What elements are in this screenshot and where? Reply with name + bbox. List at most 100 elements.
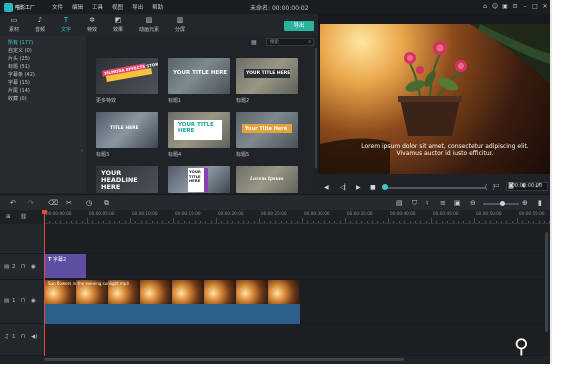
category-lower-thirds[interactable]: 字幕条 (42) [0,71,86,79]
menu-edit[interactable]: 编辑 [72,3,83,11]
zoom-in-icon[interactable]: ⊕ [522,199,528,207]
undo-icon[interactable]: ↶ [10,199,16,207]
category-titles[interactable]: 标题 (51) [0,63,86,71]
microphone-icon[interactable]: ♮ [426,199,429,207]
eye-icon[interactable]: ◉ [31,298,36,304]
search-icon[interactable]: ⌕ [308,39,311,46]
tab-effects[interactable]: ✲ 特效 [80,14,104,36]
fullscreen-icon[interactable]: ⤢ [536,182,541,190]
text-clip[interactable]: T 字幕2 [44,254,86,278]
ruler-tick-mark [216,218,217,223]
shield-icon[interactable]: ⛉ [412,199,417,208]
menu-tools[interactable]: 工具 [92,3,103,11]
thumbnail-title-5[interactable]: Your Title Here [236,112,298,148]
mark-in-icon[interactable]: { [484,184,488,191]
add-track-icon[interactable]: ⊞ [6,214,11,220]
ruler-tick-mark [221,221,223,223]
preview-progress-track[interactable] [386,187,486,189]
link-icon[interactable]: ⛓ [20,214,27,220]
thumbnail-label: 标题5 [236,152,250,158]
render-icon[interactable]: ▤ [396,199,403,207]
speed-icon[interactable]: ◷ [86,199,92,207]
user-icon[interactable]: ☺ [490,3,500,11]
voiceover-icon[interactable]: ▣ [454,199,461,207]
volume-icon[interactable]: ◖ [522,182,525,189]
home-icon[interactable]: ⌂ [480,3,490,11]
collapse-arrow-icon[interactable]: ‹ [81,148,83,154]
ruler-tick-mark [517,218,518,223]
timeline-vertical-scrollbar[interactable] [545,232,548,332]
ruler-tick-mark [511,221,513,223]
ruler-tick-mark [312,221,314,223]
thumbnail-label: 标题2 [236,98,250,104]
eye-icon[interactable]: ◉ [31,264,36,270]
thumbnail-title: Lorem Ipsum [250,177,284,182]
playhead[interactable] [44,210,45,356]
minimize-icon[interactable]: – [520,3,530,11]
close-icon[interactable]: ✕ [540,3,550,11]
lock-icon[interactable]: ⊓ [21,298,25,304]
thumbnail-title-2[interactable]: YOUR TITLE HERE [236,58,298,94]
menu-help[interactable]: 帮助 [152,3,163,11]
menu-file[interactable]: 文件 [52,3,63,11]
thumbnail-title-1[interactable]: YOUR TITLE HERE [168,58,230,94]
play-icon[interactable]: ▶ [356,184,361,191]
fit-icon[interactable]: ▮ [538,199,542,207]
search-input[interactable]: 搜索 ⌕ [266,38,314,46]
tab-audio[interactable]: ♪ 音频 [28,14,52,36]
thumbnail-headline[interactable]: YOUR HEADLINE HERE [96,166,158,193]
ruler-tick-mark [146,221,148,223]
thumbnail-effects-store[interactable]: FILMORA EFFECTS STORE [96,58,158,94]
redo-icon[interactable]: ↷ [28,199,34,207]
crop-icon[interactable]: ⧉ [104,199,109,208]
ruler-tick-mark [242,221,244,223]
library-scrollbar[interactable] [315,48,317,168]
step-back-icon[interactable]: ◁▏ [340,184,349,191]
category-favorites[interactable]: 收藏 (0) [0,95,86,103]
maximize-icon[interactable]: □ [530,3,540,11]
save-icon[interactable]: ▣ [500,3,510,11]
menu-export[interactable]: 导出 [132,3,143,11]
delete-icon[interactable]: ⌫ [48,199,58,207]
thumbnail-title-8[interactable]: Lorem Ipsum [236,166,298,193]
zoom-slider-knob[interactable] [500,201,505,206]
magnifier-icon[interactable]: ⚲ [514,334,542,358]
category-custom[interactable]: 自定义 (0) [0,47,86,55]
preview-progress-knob[interactable] [382,184,388,190]
thumbnail-title-3[interactable]: TITLE HERE [96,112,158,148]
tab-elements[interactable]: ▨ 动画元素 [132,14,166,36]
menu-view[interactable]: 视图 [112,3,123,11]
timeline-ruler[interactable]: 00:00:00:00 00:00:05:00 00:00:10:00 00:00:1… [44,210,550,224]
ruler-tick-mark [135,221,137,223]
tab-text[interactable]: T 文字 [54,14,78,36]
speaker-icon[interactable]: ◀) [31,334,37,340]
export-button[interactable]: 导出 [284,21,314,31]
ruler-tick-mark [178,221,180,223]
ruler-tick-mark [393,221,395,223]
tab-media[interactable]: ▭ 素材 [2,14,26,36]
stop-icon[interactable]: ■ [370,184,376,191]
thumbnail-label: 标题4 [168,152,182,158]
category-openers[interactable]: 片头 (25) [0,55,86,63]
category-subtitles[interactable]: 字幕 (15) [0,79,86,87]
tab-split-screen[interactable]: ▥ 分屏 [168,14,192,36]
zoom-out-icon[interactable]: ⊖ [470,199,476,207]
text-icon: T [63,16,69,24]
category-end-credits[interactable]: 片尾 (14) [0,87,86,95]
tab-filters[interactable]: ◩ 效果 [106,14,130,36]
lock-icon[interactable]: ⊓ [21,334,25,340]
timeline-horizontal-scrollbar[interactable] [44,358,404,361]
lock-icon[interactable]: ⊓ [21,264,25,270]
cart-icon[interactable]: ⊡ [510,3,520,11]
cut-icon[interactable]: ✂ [66,199,72,207]
thumbnail-title-7[interactable]: YOUR TITLE HERE [168,166,230,193]
previous-frame-icon[interactable]: ◀ [324,184,329,191]
thumbnail-title-4[interactable]: YOUR TITLE HERE [168,112,230,148]
category-all[interactable]: 所有 (177) [0,39,86,47]
playhead-handle[interactable] [42,210,47,214]
video-clip[interactable]: Sun flowers in the evening sunlight.mp4 [44,280,300,324]
display-icon[interactable]: ▭ [494,182,500,189]
mixer-icon[interactable]: ≡ [440,199,446,207]
grid-view-icon[interactable]: ▦ [251,39,257,46]
snapshot-icon[interactable]: ◙ [508,182,514,189]
